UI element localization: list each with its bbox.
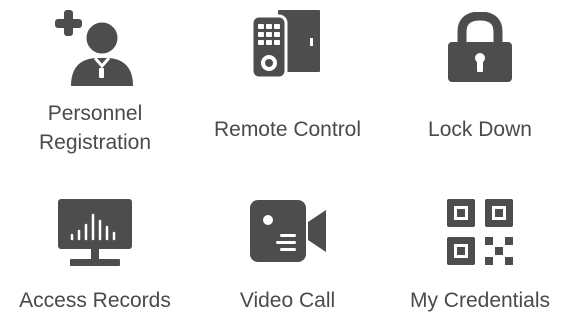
lock-down-label: Lock Down — [428, 118, 532, 141]
add-person-icon — [55, 8, 135, 86]
my-credentials-button[interactable]: My Credentials — [385, 185, 575, 316]
my-credentials-label: My Credentials — [409, 289, 551, 312]
remote-control-button[interactable]: Remote Control — [195, 0, 380, 170]
personnel-registration-label: Personnel Registration — [38, 102, 152, 154]
lock-down-button[interactable]: Lock Down — [395, 0, 565, 170]
remote-door-icon — [250, 10, 322, 80]
video-call-label: Video Call — [239, 289, 336, 312]
video-call-button[interactable]: Video Call — [205, 185, 370, 316]
function-menu: Personnel Registration Remote Control Lo… — [0, 0, 575, 316]
access-records-label: Access Records — [19, 289, 171, 312]
padlock-icon — [444, 12, 516, 82]
personnel-registration-button[interactable]: Personnel Registration — [10, 0, 180, 170]
monitor-chart-icon — [58, 199, 132, 267]
video-camera-icon — [250, 200, 326, 262]
remote-control-label: Remote Control — [213, 118, 362, 141]
qr-code-icon — [447, 199, 513, 265]
access-records-button[interactable]: Access Records — [0, 185, 190, 316]
